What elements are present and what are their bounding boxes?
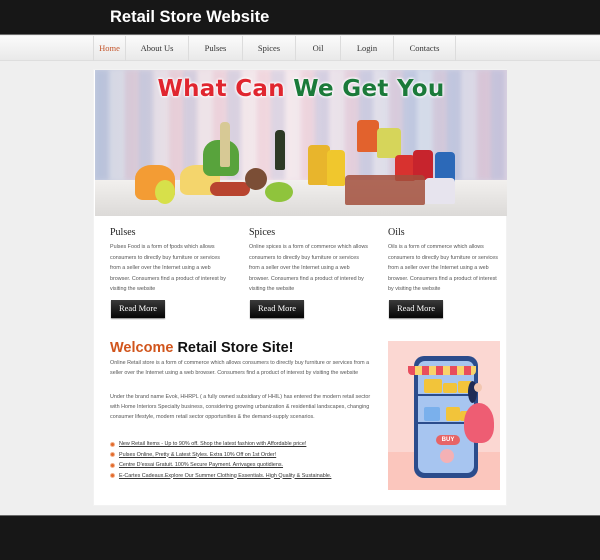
cart-icon <box>440 449 454 463</box>
pulses-description: Pulses Food is a form of fpods which all… <box>110 244 226 293</box>
vegetables-image <box>210 182 250 196</box>
welcome-paragraph-1: Online Retail store is a form of commerc… <box>110 360 370 377</box>
welcome-heading-rest: Retail Store Site! <box>177 340 294 356</box>
main-content: What Can We Get You Pulses Pulses Food i… <box>93 69 507 506</box>
nav-list: Home About Us Pulses Spices Oil Login Co… <box>93 36 456 61</box>
vegetables-image <box>265 182 293 202</box>
package-image <box>425 178 455 204</box>
promo-links-list: New Retail Items - Up to 90% off. Shop t… <box>110 439 372 481</box>
site-footer <box>0 515 600 560</box>
oils-read-more-button[interactable]: Read More <box>389 300 443 318</box>
nav-item-spices[interactable]: Spices <box>243 36 296 61</box>
buy-badge: BUY <box>436 435 460 445</box>
site-title[interactable]: Retail Store Website <box>110 8 269 27</box>
welcome-paragraph-2: Under the brand name Evok, HHRPL ( a ful… <box>110 394 371 421</box>
box-icon <box>443 383 457 393</box>
hero-banner: What Can We Get You <box>95 70 507 216</box>
oils-description: Oils is a form of commerce which allows … <box>388 244 498 293</box>
shoe-box-icon <box>446 407 460 421</box>
promo-link[interactable]: E-Cartes Cadeaux.Explore Our Summer Clot… <box>119 471 331 482</box>
nav-item-home[interactable]: Home <box>94 36 126 61</box>
spices-title: Spices <box>249 227 276 238</box>
banner-headline: What Can We Get You <box>95 76 507 102</box>
nav-item-pulses[interactable]: Pulses <box>189 36 243 61</box>
bullet-icon <box>110 473 115 479</box>
spices-description: Online spices is a form of commerce whic… <box>249 244 368 293</box>
package-image <box>357 120 379 152</box>
spices-read-more-button[interactable]: Read More <box>250 300 304 318</box>
list-item: New Retail Items - Up to 90% off. Shop t… <box>110 439 372 450</box>
nav-item-contacts[interactable]: Contacts <box>394 36 456 61</box>
list-item: E-Cartes Cadeaux.Explore Our Summer Clot… <box>110 471 372 482</box>
camera-box-icon <box>424 379 442 393</box>
gamepad-box-icon <box>424 407 440 421</box>
awning <box>408 366 476 375</box>
bullet-icon <box>110 441 115 447</box>
bottle-image <box>220 122 230 167</box>
pulses-section: Pulses Pulses Food is a form of fpods wh… <box>110 227 230 295</box>
bullet-icon <box>110 452 115 458</box>
package-image <box>345 175 425 205</box>
banner-headline-green: We Get You <box>293 76 445 102</box>
welcome-heading-accent: Welcome <box>110 340 174 356</box>
shelf <box>418 394 474 396</box>
promo-link[interactable]: Pulses Online, Pretty & Latest Styles. E… <box>119 450 276 461</box>
vegetables-image <box>245 168 267 190</box>
bullet-icon <box>110 462 115 468</box>
promo-link[interactable]: Centre D'essai Gratuit. 100% Secure Paym… <box>119 460 283 471</box>
nav-item-login[interactable]: Login <box>341 36 394 61</box>
welcome-heading: Welcome Retail Store Site! <box>110 340 293 356</box>
woman-figure <box>464 403 494 443</box>
oil-can-image <box>327 150 345 186</box>
site-header: Retail Store Website <box>0 0 600 35</box>
nav-item-about-us[interactable]: About Us <box>126 36 189 61</box>
vegetables-image <box>155 180 175 204</box>
package-image <box>377 128 401 158</box>
promo-link[interactable]: New Retail Items - Up to 90% off. Shop t… <box>119 439 306 450</box>
mobile-shopping-illustration: BUY <box>388 341 500 490</box>
pulses-title: Pulses <box>110 227 136 238</box>
main-navigation: Home About Us Pulses Spices Oil Login Co… <box>0 36 600 61</box>
oils-title: Oils <box>388 227 405 238</box>
oils-section: Oils Oils is a form of commerce which al… <box>388 227 500 295</box>
banner-headline-red: What Can <box>157 76 285 102</box>
list-item: Centre D'essai Gratuit. 100% Secure Paym… <box>110 460 372 471</box>
woman-figure <box>474 383 482 392</box>
nav-item-oil[interactable]: Oil <box>296 36 341 61</box>
pulses-read-more-button[interactable]: Read More <box>111 300 165 318</box>
bottle-image <box>275 130 285 170</box>
list-item: Pulses Online, Pretty & Latest Styles. E… <box>110 450 372 461</box>
spices-section: Spices Online spices is a form of commer… <box>249 227 369 295</box>
